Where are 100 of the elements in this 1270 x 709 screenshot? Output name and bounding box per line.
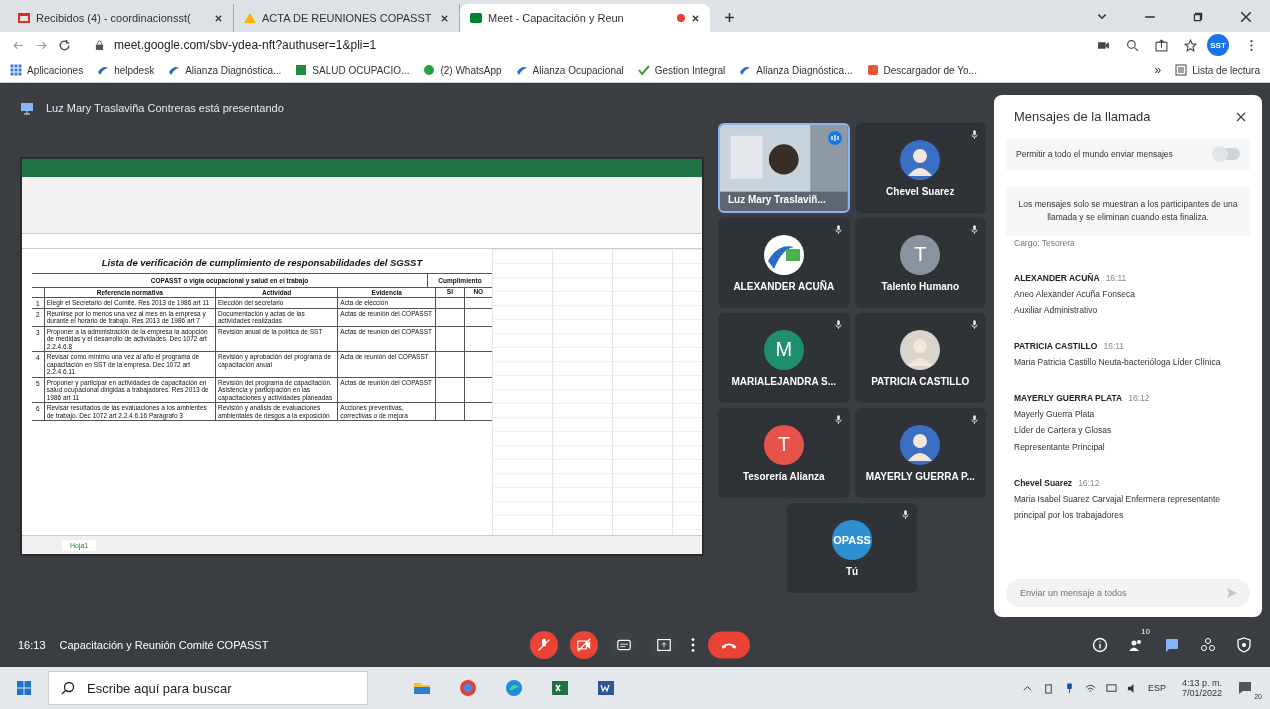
clock-time: 4:13 p. m.	[1181, 678, 1222, 688]
mic-off-button[interactable]	[530, 631, 559, 659]
browser-tab[interactable]: Meet - Capacitación y Reun	[460, 4, 710, 32]
participant-name: Tú	[845, 565, 859, 577]
bookmark[interactable]: Gestion Integral	[637, 64, 726, 76]
close-icon[interactable]	[1240, 11, 1252, 23]
participant-tile[interactable]: Chevel Suarez	[854, 123, 986, 213]
mic-icon	[971, 414, 978, 425]
lock-icon	[95, 39, 104, 51]
participant-tile[interactable]: MAYERLY GUERRA P...	[854, 408, 986, 498]
message-time: 16:12	[1128, 393, 1150, 404]
participant-name: MARIALEJANDRA S...	[731, 375, 837, 387]
shield-icon[interactable]	[1236, 637, 1252, 653]
start-icon[interactable]	[16, 680, 32, 696]
sender-name: PATRICIA CASTILLO	[1014, 340, 1098, 351]
profile-avatar[interactable]: SST	[1207, 34, 1229, 56]
close-icon[interactable]	[691, 13, 700, 23]
end-call-button[interactable]	[708, 631, 751, 659]
close-icon[interactable]	[1236, 111, 1246, 122]
sender-name: ALEXANDER ACUÑA	[1014, 272, 1100, 283]
message-text: Cargo: Tesorera	[1014, 237, 1076, 248]
participant-tile[interactable]: M MARIALEJANDRA S...	[718, 313, 850, 403]
participant-tile[interactable]: T Tesorería Alianza	[718, 408, 850, 498]
mic-icon	[971, 224, 978, 235]
mail-icon	[18, 13, 30, 23]
sheet-icon	[296, 65, 307, 75]
star-icon[interactable]	[1184, 38, 1197, 52]
swoosh-icon	[98, 67, 109, 75]
participant-name: ALEXANDER ACUÑA	[733, 280, 835, 292]
mic-icon	[834, 319, 842, 330]
battery-icon[interactable]	[1042, 682, 1054, 694]
new-tab-icon[interactable]	[724, 12, 735, 23]
avatar: T	[763, 424, 804, 465]
participant-name: Talento Humano	[881, 280, 960, 292]
document-icon[interactable]	[596, 678, 616, 698]
info-icon[interactable]	[1092, 637, 1108, 653]
spreadsheet-icon[interactable]	[550, 678, 570, 698]
apps-icon	[10, 64, 22, 76]
participant-tile[interactable]: OPASS Tú	[787, 503, 917, 593]
swoosh-icon	[740, 67, 751, 75]
bookmark[interactable]: Alianza Diagnóstica...	[739, 64, 853, 76]
mic-icon	[834, 414, 842, 425]
activities-icon[interactable]	[1200, 637, 1216, 653]
message-field[interactable]: Enviar un mensaje a todos	[1006, 579, 1250, 607]
message-input[interactable]: Enviar un mensaje a todos	[1018, 587, 1226, 599]
browser-tab[interactable]: Recibidos (4) - coordinacionsst(	[8, 4, 234, 32]
sheet-title: Lista de verificación de cumplimiento de responsabilidades del SGSST	[32, 249, 492, 274]
avatar	[763, 234, 804, 275]
participant-tile[interactable]: ALEXANDER ACUÑA	[718, 218, 850, 308]
speaking-icon	[827, 131, 842, 145]
people-icon[interactable]	[1128, 637, 1144, 653]
message-text: Auxiliar Administrativo	[1014, 303, 1099, 317]
language-indicator[interactable]: ESP	[1147, 683, 1166, 693]
swoosh-icon	[516, 67, 527, 75]
sender-name: Chevel Suarez	[1014, 477, 1073, 488]
setting-label: Permitir a todo el mundo enviar mensajes	[1016, 149, 1173, 159]
participant-name: MAYERLY GUERRA P...	[865, 470, 975, 482]
message-time: 16:11	[1103, 340, 1125, 351]
restore-icon[interactable]	[1192, 11, 1204, 23]
bookmark[interactable]: helpdesk	[97, 64, 155, 76]
bookmark[interactable]: Descargador de Yo...	[866, 64, 977, 76]
wifi-icon[interactable]	[1084, 682, 1096, 694]
bookmark[interactable]: (2) WhatsApp	[423, 64, 502, 76]
bookmark[interactable]: Alianza Diagnóstica...	[168, 64, 282, 76]
message-text: Representante Principal	[1014, 440, 1106, 454]
browser-icon[interactable]	[458, 678, 478, 698]
avatar: T	[900, 234, 941, 275]
avatar: OPASS	[832, 519, 872, 560]
more-bookmarks[interactable]: »	[1154, 63, 1162, 77]
participant-tile[interactable]: Luz Mary Traslaviñ...	[718, 123, 850, 213]
participant-tile[interactable]: T Talento Humano	[854, 218, 986, 308]
participant-tile[interactable]: PATRICIA CASTILLO	[854, 313, 986, 403]
more-options-icon[interactable]	[690, 636, 697, 654]
bookmark[interactable]: Alianza Ocupacional	[515, 64, 624, 76]
url-field[interactable]: meet.google.com/sbv-ydea-nft?authuser=1&pli=1	[114, 38, 377, 52]
search-icon	[61, 681, 75, 695]
reload-icon[interactable]	[58, 38, 71, 52]
share-icon[interactable]	[1155, 38, 1168, 52]
participant-name: Luz Mary Traslaviñ...	[728, 194, 826, 205]
check-icon	[637, 65, 650, 76]
avatar: M	[763, 329, 804, 370]
reading-list[interactable]: Lista de lectura	[1175, 64, 1260, 76]
sender-name: MAYERLY GUERRA PLATA	[1014, 393, 1123, 404]
close-icon[interactable]	[440, 13, 449, 23]
participant-name: PATRICIA CASTILLO	[871, 375, 970, 387]
monitor-icon[interactable]	[1105, 682, 1117, 694]
bookmark[interactable]: SALUD OCUPACIO...	[295, 64, 410, 76]
camera-off-button[interactable]	[570, 631, 599, 659]
close-icon[interactable]	[214, 13, 223, 23]
download-icon	[867, 65, 878, 75]
toggle-switch[interactable]	[1214, 148, 1240, 160]
message-time: 16:12	[1078, 477, 1100, 488]
chat-icon[interactable]	[1164, 637, 1180, 653]
message-text: Aneo Alexander Acuña Fonseca	[1014, 287, 1136, 301]
search-field[interactable]: Escribe aquí para buscar	[48, 671, 368, 705]
mic-icon	[902, 509, 909, 520]
edge-icon[interactable]	[504, 678, 524, 698]
bookmark[interactable]: Aplicaciones	[10, 64, 84, 76]
swoosh-icon	[169, 67, 180, 75]
zoom-icon[interactable]	[1126, 38, 1139, 52]
